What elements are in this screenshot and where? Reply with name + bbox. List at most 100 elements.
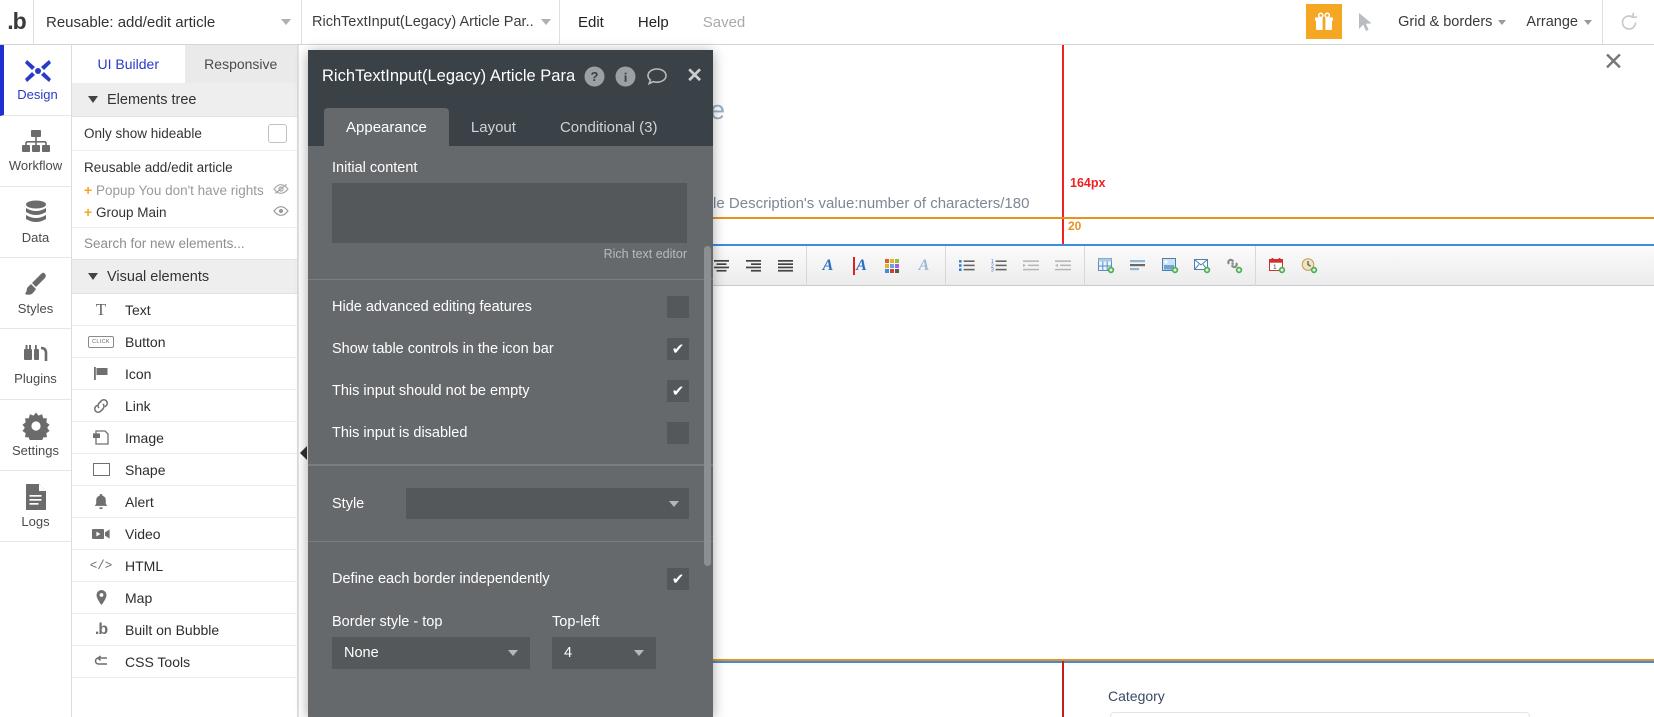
visual-elements-header[interactable]: Visual elements: [72, 260, 297, 294]
grid-borders-dropdown[interactable]: Grid & borders: [1388, 0, 1516, 44]
sidebar-item-design[interactable]: Design: [0, 45, 71, 116]
toggle-checkbox[interactable]: ✔: [667, 380, 689, 402]
element-icon[interactable]: Icon: [72, 358, 297, 390]
toggle-not-empty[interactable]: This input should not be empty ✔: [308, 370, 713, 412]
tree-item-group-main[interactable]: + Group Main: [72, 201, 297, 223]
element-button[interactable]: CLICK Button: [72, 326, 297, 358]
menu-item-edit[interactable]: Edit: [578, 14, 604, 31]
tab-conditional[interactable]: Conditional (3): [538, 108, 680, 146]
color-palette-icon[interactable]: [877, 252, 907, 280]
insert-image-icon[interactable]: [1155, 252, 1185, 280]
eye-slash-icon[interactable]: [273, 183, 289, 198]
sidebar-item-styles[interactable]: Styles: [0, 258, 71, 329]
save-status: Saved: [702, 13, 746, 31]
element-alert[interactable]: Alert: [72, 486, 297, 518]
insert-date-icon[interactable]: 1: [1262, 252, 1292, 280]
tab-ui-builder[interactable]: UI Builder: [72, 45, 185, 83]
insert-table-icon[interactable]: [1091, 252, 1121, 280]
text-color-icon[interactable]: A: [813, 252, 843, 280]
element-shape[interactable]: Shape: [72, 454, 297, 486]
sidebar-item-label: Workflow: [8, 158, 63, 173]
tab-label: Layout: [470, 118, 516, 136]
border-style-top-dropdown[interactable]: None: [332, 637, 530, 669]
element-css-tools[interactable]: CSS Tools: [72, 646, 297, 678]
remove-format-icon[interactable]: A: [909, 252, 939, 280]
toggle-checkbox[interactable]: ✔: [667, 568, 689, 590]
element-label: Built on Bubble: [125, 621, 220, 638]
expand-plus-icon[interactable]: +: [84, 204, 93, 220]
only-show-hideable-row[interactable]: Only show hideable: [72, 117, 297, 151]
expand-plus-icon[interactable]: +: [84, 182, 93, 198]
comment-bubble-icon[interactable]: [646, 67, 668, 86]
element-html[interactable]: </> HTML: [72, 550, 297, 582]
category-input[interactable]: [1110, 712, 1530, 717]
sidebar-item-data[interactable]: Data: [0, 187, 71, 258]
tab-appearance[interactable]: Appearance: [324, 108, 449, 146]
indent-decrease-icon[interactable]: [1048, 252, 1078, 280]
sidebar-item-label: Design: [17, 87, 58, 102]
toggle-define-each-border[interactable]: Define each border independently ✔: [332, 558, 689, 600]
panel-collapse-toggle[interactable]: [299, 445, 309, 461]
sidebar-item-settings[interactable]: Settings: [0, 400, 71, 471]
sidebar-item-plugins[interactable]: Plugins: [0, 329, 71, 400]
element-label: Image: [125, 429, 164, 446]
insert-link-icon[interactable]: [1219, 252, 1249, 280]
toggle-hide-advanced-editing[interactable]: Hide advanced editing features: [308, 286, 713, 328]
sidebar-item-workflow[interactable]: Workflow: [0, 116, 71, 187]
tab-layout[interactable]: Layout: [449, 108, 538, 146]
tree-item-popup-no-rights[interactable]: + Popup You don't have rights: [72, 179, 297, 201]
arrange-label: Arrange: [1526, 14, 1578, 30]
tab-responsive[interactable]: Responsive: [185, 45, 298, 83]
sidebar-item-label: Data: [21, 230, 50, 245]
toggle-checkbox[interactable]: [667, 296, 689, 318]
horizontal-rule-icon[interactable]: [1123, 252, 1153, 280]
eye-icon[interactable]: [273, 205, 289, 220]
sidebar-item-logs[interactable]: Logs: [0, 471, 71, 542]
initial-content-input[interactable]: [332, 183, 687, 243]
element-selector-dropdown[interactable]: RichTextInput(Legacy) Article Par...: [302, 0, 560, 44]
element-link[interactable]: Link: [72, 390, 297, 422]
numbered-list-icon[interactable]: 123: [984, 252, 1014, 280]
property-editor-dialog[interactable]: RichTextInput(Legacy) Article Para ? i ✕…: [308, 50, 713, 717]
search-input[interactable]: Search for new elements...: [72, 227, 297, 260]
only-show-hideable-checkbox[interactable]: [268, 124, 287, 143]
element-video[interactable]: Video: [72, 518, 297, 550]
elements-tree-header[interactable]: Elements tree: [72, 83, 297, 117]
element-built-on-bubble[interactable]: .b Built on Bubble: [72, 614, 297, 646]
gift-icon[interactable]: [1306, 4, 1343, 39]
element-label: Text: [125, 301, 151, 318]
align-justify-icon[interactable]: [770, 252, 800, 280]
insert-email-icon[interactable]: [1187, 252, 1217, 280]
cursor-arrow-icon[interactable]: [1342, 0, 1388, 44]
page-selector-dropdown[interactable]: Reusable: add/edit article: [34, 0, 302, 44]
panel-tabs: UI Builder Responsive: [72, 45, 297, 83]
close-icon[interactable]: ✕: [1603, 50, 1624, 75]
element-image[interactable]: Image: [72, 422, 297, 454]
element-map[interactable]: Map: [72, 582, 297, 614]
property-editor-scrollbar[interactable]: [704, 246, 711, 566]
style-dropdown[interactable]: [406, 488, 689, 519]
bubble-logo-icon[interactable]: .b: [0, 0, 34, 44]
initial-content-label: Initial content: [332, 160, 418, 176]
background-color-icon[interactable]: A: [845, 252, 875, 280]
indent-increase-icon[interactable]: [1016, 252, 1046, 280]
toggle-show-table-controls[interactable]: Show table controls in the icon bar ✔: [308, 328, 713, 370]
toggle-disabled[interactable]: This input is disabled: [308, 412, 713, 454]
insert-time-icon[interactable]: [1294, 252, 1324, 280]
align-right-icon[interactable]: [738, 252, 768, 280]
tree-item-reusable-root[interactable]: Reusable add/edit article: [72, 155, 297, 179]
undo-button[interactable]: [1602, 0, 1654, 44]
top-left-dropdown[interactable]: 4: [552, 637, 656, 669]
info-icon[interactable]: i: [615, 66, 636, 87]
element-label: Video: [125, 525, 161, 542]
arrange-dropdown[interactable]: Arrange: [1516, 0, 1602, 44]
toggle-checkbox[interactable]: [667, 422, 689, 444]
menu-item-help[interactable]: Help: [638, 14, 669, 31]
help-question-icon[interactable]: ?: [584, 66, 605, 87]
close-icon[interactable]: ✕: [686, 66, 703, 86]
bullet-list-icon[interactable]: [952, 252, 982, 280]
element-text[interactable]: T Text: [72, 294, 297, 326]
top-left-label: Top-left: [552, 614, 600, 630]
text-T-icon: T: [95, 299, 107, 319]
toggle-checkbox[interactable]: ✔: [667, 338, 689, 360]
